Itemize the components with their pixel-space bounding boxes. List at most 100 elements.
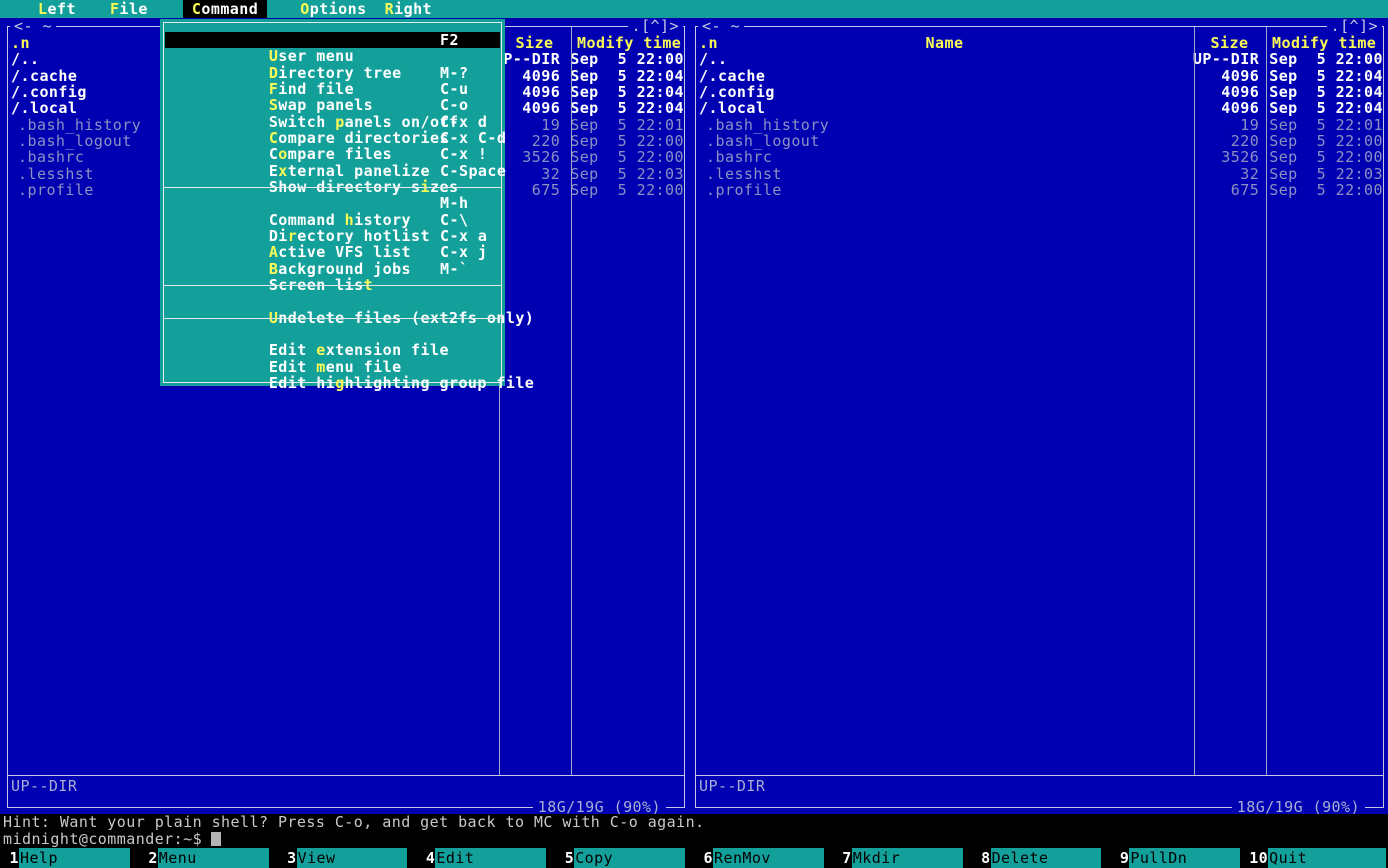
menubar-item[interactable]: File (101, 0, 157, 18)
menu-item[interactable]: Command history M-h (165, 195, 500, 211)
menubar-item[interactable]: Left (29, 0, 85, 18)
fkey-number: 4 (416, 848, 435, 868)
file-mtime: Sep 5 22:00 (564, 51, 684, 67)
menu-item[interactable] (165, 310, 500, 326)
fkey-number: 3 (278, 848, 297, 868)
column-divider (1194, 27, 1195, 775)
menubar-item[interactable]: Right (376, 0, 441, 18)
hint-line: Hint: Want your plain shell? Press C-o, … (0, 814, 1388, 831)
file-row[interactable]: /.cache 4096 Sep 5 22:04 (696, 68, 1383, 84)
file-mtime: Sep 5 22:00 (1263, 182, 1383, 198)
file-mtime: Sep 5 22:00 (564, 133, 684, 149)
file-mtime: Sep 5 22:01 (1263, 117, 1383, 133)
menu-item[interactable]: Edit extension file (165, 326, 500, 342)
menu-item[interactable] (165, 277, 500, 293)
file-name: /.config (696, 84, 1187, 100)
fkey-label: Copy (574, 848, 685, 868)
file-row[interactable]: .bash_logout 220 Sep 5 22:00 (696, 133, 1383, 149)
menu-item[interactable]: Directory tree (165, 48, 500, 64)
file-row[interactable]: /.config 4096 Sep 5 22:04 (696, 84, 1383, 100)
file-size: 4096 (1187, 100, 1263, 116)
file-row[interactable]: .bashrc 3526 Sep 5 22:00 (696, 149, 1383, 165)
file-mtime: Sep 5 22:00 (1263, 51, 1383, 67)
menu-item[interactable]: Show directory sizes C-Space (165, 163, 500, 179)
menu-item[interactable]: Undelete files (ext2fs only) (165, 293, 500, 309)
fkey-label: View (297, 848, 408, 868)
file-size: 32 (1188, 166, 1263, 182)
function-key-button[interactable]: 10 Quit (1249, 848, 1388, 868)
menu-item-shortcut: C-Space (440, 163, 506, 179)
file-row[interactable]: /.local 4096 Sep 5 22:04 (696, 100, 1383, 116)
file-row[interactable]: .profile 675 Sep 5 22:00 (696, 182, 1383, 198)
menu-item[interactable]: Find file M-? (165, 65, 500, 81)
fkey-label: Help (19, 848, 130, 868)
menu-item[interactable]: Swap panels C-u (165, 81, 500, 97)
function-key-button[interactable]: 2 Menu (139, 848, 278, 868)
menu-item-shortcut: C-x j (440, 244, 487, 260)
menu-item-shortcut: C-x ! (440, 146, 487, 162)
menu-item-shortcut: C-u (440, 81, 468, 97)
menu-item-shortcut: M-h (440, 195, 468, 211)
function-key-button[interactable]: 9 PullDn (1110, 848, 1249, 868)
file-row[interactable]: .lesshst 32 Sep 5 22:03 (696, 166, 1383, 182)
menu-item-shortcut: C-o (440, 97, 468, 113)
file-size: 19 (1188, 117, 1263, 133)
function-key-button[interactable]: 8 Delete (972, 848, 1111, 868)
menu-item[interactable] (165, 179, 500, 195)
command-line[interactable]: midnight@commander:~$ (0, 831, 1388, 848)
file-size: 4096 (1187, 84, 1263, 100)
menu-item-shortcut: C-\ (440, 212, 468, 228)
fkey-number: 8 (972, 848, 991, 868)
function-key-button[interactable]: 3 View (278, 848, 417, 868)
menu-item[interactable]: Compare files C-x C-d (165, 130, 500, 146)
column-divider (1266, 27, 1267, 775)
menu-item[interactable]: Edit highlighting group file (165, 359, 500, 375)
menu-item-shortcut: F2 (440, 32, 459, 48)
fkey-number: 5 (555, 848, 574, 868)
file-mtime: Sep 5 22:04 (564, 68, 684, 84)
menu-item-shortcut: C-x C-d (440, 130, 506, 146)
column-header-mtime[interactable]: Modify time (1266, 35, 1383, 51)
file-mtime: Sep 5 22:04 (1263, 84, 1383, 100)
file-size: 4096 (1187, 68, 1263, 84)
file-row[interactable]: .bash_history 19 Sep 5 22:01 (696, 117, 1383, 133)
menu-item[interactable]: Screen list M-` (165, 261, 500, 277)
menubar-item[interactable]: Options (291, 0, 375, 18)
menu-item[interactable]: Directory hotlist C-\ (165, 212, 500, 228)
fkey-label: Menu (158, 848, 269, 868)
menu-item[interactable]: User menu F2 (165, 32, 500, 48)
right-panel: <- ~ .[^]> .nName Size Modify time /.. U… (695, 26, 1384, 808)
menu-item[interactable]: Compare directories C-x d (165, 114, 500, 130)
function-key-button[interactable]: 6 RenMov (694, 848, 833, 868)
function-key-button[interactable]: 1 Help (0, 848, 139, 868)
function-key-button[interactable]: 4 Edit (416, 848, 555, 868)
menu-item[interactable]: Edit menu file (165, 342, 500, 358)
file-row[interactable]: /.. UP--DIR Sep 5 22:00 (696, 51, 1383, 67)
menu-item-shortcut: M-? (440, 65, 468, 81)
menu-item[interactable]: Active VFS list C-x a (165, 228, 500, 244)
column-header-name[interactable]: Name (926, 34, 964, 52)
column-divider (571, 27, 572, 775)
menu-item[interactable]: External panelize C-x ! (165, 146, 500, 162)
file-mtime: Sep 5 22:04 (1263, 100, 1383, 116)
function-key-button[interactable]: 7 Mkdir (833, 848, 972, 868)
column-header-size[interactable]: Size (498, 35, 571, 51)
menu-item-shortcut: M-` (440, 261, 468, 277)
function-key-button[interactable]: 5 Copy (555, 848, 694, 868)
column-header-mtime[interactable]: Modify time (571, 35, 684, 51)
fkey-number: 9 (1110, 848, 1129, 868)
menu-bar: Left File Command OptionsRight (0, 0, 1388, 18)
fkey-label: Mkdir (852, 848, 963, 868)
file-mtime: Sep 5 22:01 (564, 117, 684, 133)
file-name: /.cache (696, 68, 1187, 84)
shell-prompt: midnight@commander:~$ (3, 830, 202, 848)
menu-item[interactable]: Background jobs C-x j (165, 244, 500, 260)
text-cursor (211, 832, 221, 846)
menu-item-shortcut: C-x d (440, 114, 487, 130)
column-header-size[interactable]: Size (1193, 35, 1266, 51)
menu-item-shortcut: C-x a (440, 228, 487, 244)
fkey-label: Quit (1268, 848, 1386, 868)
menubar-item[interactable]: Command (183, 0, 267, 18)
menu-item[interactable]: Switch panels on/off C-o (165, 97, 500, 113)
file-size: 220 (1188, 133, 1263, 149)
